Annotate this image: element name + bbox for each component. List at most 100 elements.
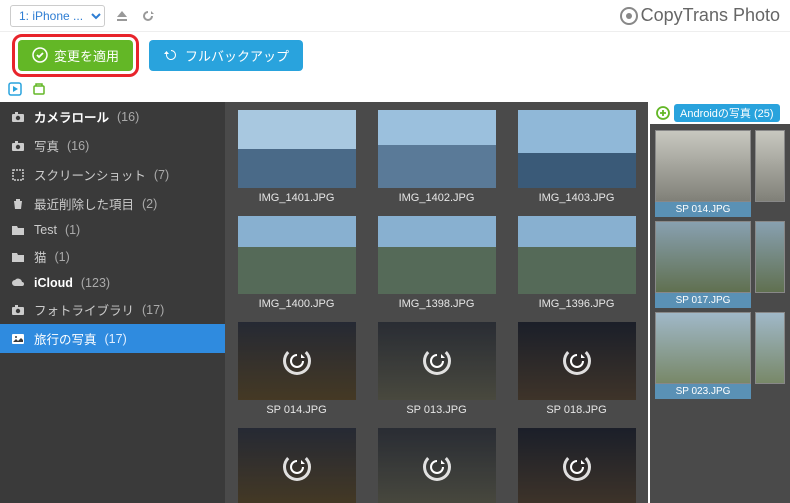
right-caption: SP 017.JPG [655,293,751,308]
sidebar-item-2[interactable]: スクリーンショット (7) [0,160,225,189]
photo-thumbnail[interactable] [518,428,636,503]
photo-cell[interactable] [513,428,641,503]
apply-label: 変更を適用 [54,46,119,65]
sidebar-item-0[interactable]: カメラロール (16) [0,102,225,131]
app-logo: CopyTrans Photo [619,5,780,26]
camera-icon [10,139,26,153]
photo-cell[interactable]: IMG_1402.JPG [373,110,501,212]
sidebar-item-8[interactable]: 旅行の写真 (17) [0,324,225,353]
sidebar-item-count: (1) [55,250,70,264]
sidebar-item-label: スクリーンショット [34,165,146,184]
photo-thumbnail[interactable] [378,322,496,400]
photo-cell[interactable]: IMG_1398.JPG [373,216,501,318]
photo-caption: IMG_1400.JPG [259,294,335,318]
top-toolbar: 1: iPhone ... CopyTrans Photo [0,0,790,32]
photo-cell[interactable]: SP 018.JPG [513,322,641,424]
sidebar-item-7[interactable]: フォトライブラリ (17) [0,295,225,324]
sidebar-item-label: カメラロール [34,107,109,126]
folder-icon [10,223,26,237]
cloud-icon [10,276,26,290]
photo-caption: IMG_1396.JPG [539,294,615,318]
crop-icon [10,168,26,182]
sidebar-item-count: (16) [117,110,139,124]
sidebar-item-count: (123) [81,276,110,290]
right-thumbnail-partial[interactable] [755,130,785,202]
photo-cell[interactable] [233,428,361,503]
right-panel: Androidの写真 (25) SP 014.JPG SP 017.JPG SP 0… [648,102,790,503]
eject-icon[interactable] [113,7,131,25]
photo-caption: SP 018.JPG [546,400,606,424]
restore-icon [163,47,179,63]
photo-thumbnail[interactable] [378,110,496,188]
right-photo-cell[interactable]: SP 023.JPG [655,312,751,399]
sidebar-item-label: 最近削除した項目 [34,194,134,213]
sidebar-tab-row [0,78,790,102]
right-panel-header: Androidの写真 (25) [650,102,790,124]
right-thumbnail-partial[interactable] [755,221,785,293]
sidebar-item-label: Test [34,223,57,237]
photo-caption: SP 013.JPG [406,400,466,424]
check-circle-icon [32,47,48,63]
sync-icon [566,350,588,372]
photo-cell[interactable]: IMG_1396.JPG [513,216,641,318]
photo-caption: IMG_1403.JPG [539,188,615,212]
refresh-icon[interactable] [139,7,157,25]
sync-icon [426,350,448,372]
album-tab-icon[interactable] [32,82,48,98]
photo-thumbnail[interactable] [238,216,356,294]
photo-thumbnail[interactable] [378,428,496,503]
photo-cell[interactable]: SP 013.JPG [373,322,501,424]
sidebar-item-label: iCloud [34,276,73,290]
right-photo-cell[interactable]: SP 014.JPG [655,130,751,217]
action-toolbar: 変更を適用 フルバックアップ [0,32,790,78]
photo-caption: IMG_1398.JPG [399,294,475,318]
photo-thumbnail[interactable] [518,216,636,294]
image-icon [10,332,26,346]
trash-icon [10,197,26,211]
apply-changes-button[interactable]: 変更を適用 [18,40,133,71]
sync-icon [286,350,308,372]
main-area: カメラロール (16)写真 (16)スクリーンショット (7)最近削除した項目 … [0,102,790,503]
photo-thumbnail[interactable] [518,322,636,400]
photo-grid-panel: IMG_1401.JPG IMG_1402.JPG IMG_1403.JPG IMG_… [225,102,648,503]
full-backup-button[interactable]: フルバックアップ [149,40,303,71]
right-panel-label[interactable]: Androidの写真 (25) [674,104,780,122]
right-photo-cell[interactable]: SP 017.JPG [655,221,751,308]
photo-thumbnail[interactable] [238,322,356,400]
device-select[interactable]: 1: iPhone ... [10,5,105,27]
apply-highlight-box: 変更を適用 [12,34,139,77]
photo-thumbnail[interactable] [238,110,356,188]
photo-cell[interactable] [373,428,501,503]
sidebar-item-3[interactable]: 最近削除した項目 (2) [0,189,225,218]
sidebar-item-5[interactable]: 猫 (1) [0,242,225,271]
sidebar: カメラロール (16)写真 (16)スクリーンショット (7)最近削除した項目 … [0,102,225,503]
photo-caption: SP 014.JPG [266,400,326,424]
photo-cell[interactable]: IMG_1403.JPG [513,110,641,212]
sidebar-item-label: 猫 [34,247,47,266]
sidebar-item-count: (1) [65,223,80,237]
photo-caption: IMG_1401.JPG [259,188,335,212]
sidebar-item-6[interactable]: iCloud (123) [0,271,225,295]
sidebar-item-count: (17) [105,332,127,346]
photo-thumbnail[interactable] [238,428,356,503]
plus-icon[interactable] [656,106,670,120]
right-thumbnail[interactable] [655,312,751,384]
right-thumbnail[interactable] [655,130,751,202]
right-caption: SP 014.JPG [655,202,751,217]
sidebar-item-label: 旅行の写真 [34,329,97,348]
photo-cell[interactable]: IMG_1400.JPG [233,216,361,318]
sidebar-item-4[interactable]: Test (1) [0,218,225,242]
photo-cell[interactable]: SP 014.JPG [233,322,361,424]
sidebar-item-count: (7) [154,168,169,182]
play-tab-icon[interactable] [8,82,24,98]
photo-thumbnail[interactable] [378,216,496,294]
photo-thumbnail[interactable] [518,110,636,188]
sync-icon [286,456,308,478]
right-thumbnail-partial[interactable] [755,312,785,384]
backup-label: フルバックアップ [185,46,289,65]
sidebar-item-1[interactable]: 写真 (16) [0,131,225,160]
folder-icon [10,250,26,264]
photo-cell[interactable]: IMG_1401.JPG [233,110,361,212]
right-thumbnail[interactable] [655,221,751,293]
camera-icon [10,110,26,124]
